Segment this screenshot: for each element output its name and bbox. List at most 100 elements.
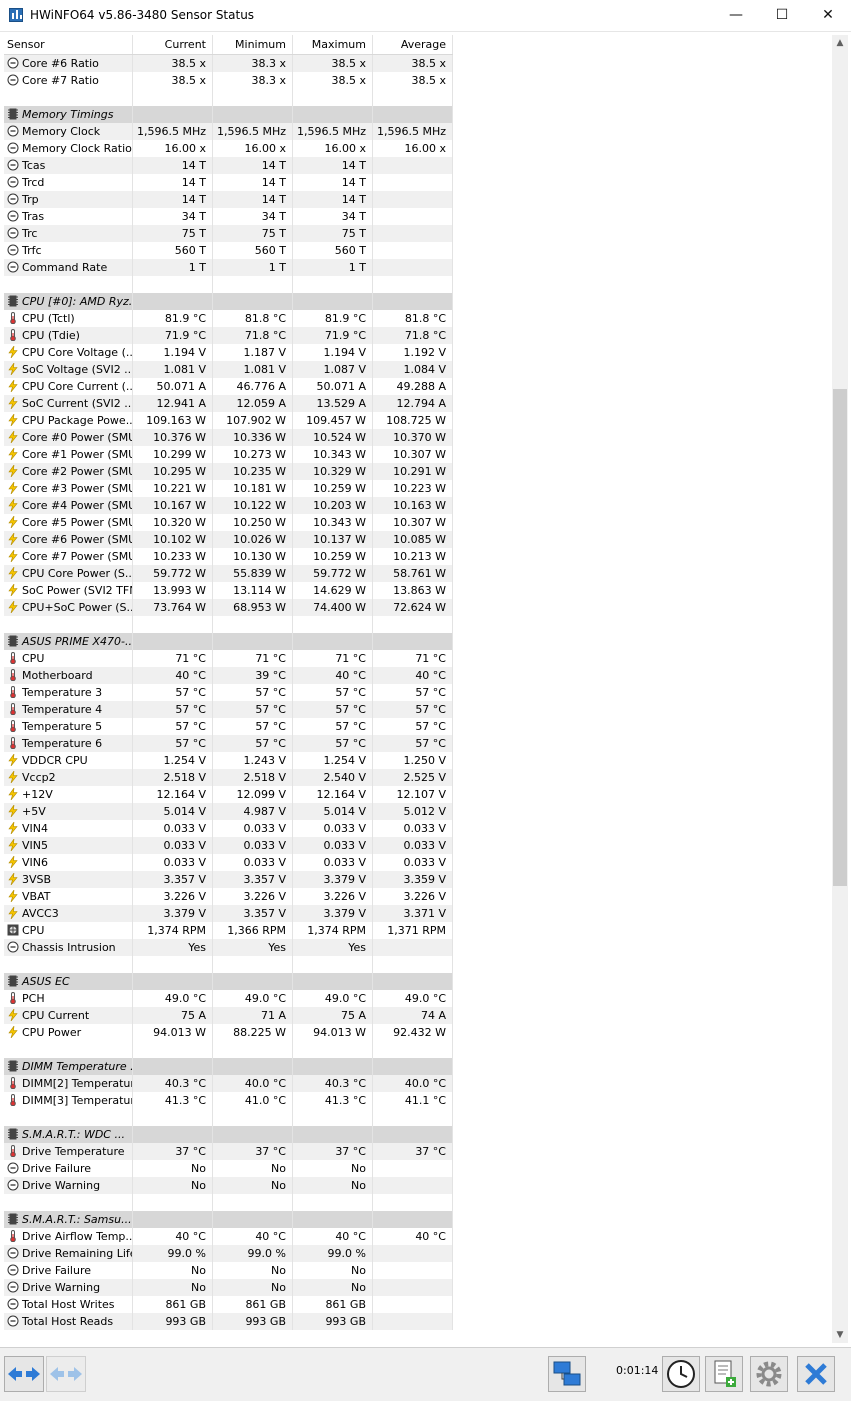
table-row[interactable]: Drive Warning No No No bbox=[4, 1177, 453, 1194]
table-row[interactable]: CPU Core Power (S... 59.772 W 55.839 W 59.7… bbox=[4, 565, 453, 582]
scroll-down-icon[interactable]: ▼ bbox=[832, 1327, 848, 1343]
table-row[interactable]: VDDCR CPU 1.254 V 1.243 V 1.254 V 1.250 V bbox=[4, 752, 453, 769]
vertical-scrollbar[interactable]: ▲ ▼ bbox=[832, 35, 848, 1343]
table-row[interactable]: CPU (Tctl) 81.9 °C 81.8 °C 81.9 °C 81.8 °C bbox=[4, 310, 453, 327]
sensor-group-row[interactable]: S.M.A.R.T.: WDC ... bbox=[4, 1126, 453, 1143]
maximize-button[interactable]: ☐ bbox=[759, 0, 805, 31]
status-icon bbox=[7, 1315, 19, 1327]
table-row[interactable]: Core #5 Power (SMU) 10.320 W 10.250 W 10.34… bbox=[4, 514, 453, 531]
table-row[interactable]: VIN5 0.033 V 0.033 V 0.033 V 0.033 V bbox=[4, 837, 453, 854]
table-row[interactable]: Total Host Writes 861 GB 861 GB 861 GB bbox=[4, 1296, 453, 1313]
table-row[interactable]: Trp 14 T 14 T 14 T bbox=[4, 191, 453, 208]
reset-timer-button[interactable] bbox=[662, 1356, 700, 1392]
lightning-bolt-icon bbox=[8, 465, 18, 477]
table-row[interactable]: DIMM[2] Temperature 40.3 °C 40.0 °C 40.3 °C… bbox=[4, 1075, 453, 1092]
column-header-minimum[interactable]: Minimum bbox=[213, 35, 293, 54]
table-row[interactable]: Core #6 Power (SMU) 10.102 W 10.026 W 10.13… bbox=[4, 531, 453, 548]
table-row[interactable]: +5V 5.014 V 4.987 V 5.014 V 5.012 V bbox=[4, 803, 453, 820]
column-header-maximum[interactable]: Maximum bbox=[293, 35, 373, 54]
minimum-value: 10.026 W bbox=[213, 531, 293, 548]
table-row[interactable]: AVCC3 3.379 V 3.357 V 3.379 V 3.371 V bbox=[4, 905, 453, 922]
table-row[interactable]: VIN6 0.033 V 0.033 V 0.033 V 0.033 V bbox=[4, 854, 453, 871]
table-row[interactable]: Core #2 Power (SMU) 10.295 W 10.235 W 10.32… bbox=[4, 463, 453, 480]
minimize-button[interactable]: — bbox=[713, 0, 759, 31]
table-row[interactable]: Trfc 560 T 560 T 560 T bbox=[4, 242, 453, 259]
close-sensors-button[interactable] bbox=[797, 1356, 835, 1392]
table-row[interactable]: SoC Current (SVI2 ... 12.941 A 12.059 A 13.… bbox=[4, 395, 453, 412]
table-row[interactable]: DIMM[3] Temperature 41.3 °C 41.0 °C 41.3 °C… bbox=[4, 1092, 453, 1109]
average-value bbox=[373, 157, 453, 174]
navigate-disabled-button[interactable] bbox=[46, 1356, 86, 1392]
scroll-thumb[interactable] bbox=[833, 389, 847, 886]
table-row[interactable]: CPU+SoC Power (S... 73.764 W 68.953 W 74.40… bbox=[4, 599, 453, 616]
maximum-value: 99.0 % bbox=[293, 1245, 373, 1262]
table-row[interactable]: 3VSB 3.357 V 3.357 V 3.379 V 3.359 V bbox=[4, 871, 453, 888]
column-header-sensor[interactable]: Sensor bbox=[4, 35, 133, 54]
table-row[interactable]: Core #6 Ratio 38.5 x 38.3 x 38.5 x 38.5 x bbox=[4, 55, 453, 72]
table-row[interactable]: Drive Warning No No No bbox=[4, 1279, 453, 1296]
table-row[interactable]: Vccp2 2.518 V 2.518 V 2.540 V 2.525 V bbox=[4, 769, 453, 786]
table-row[interactable]: Temperature 4 57 °C 57 °C 57 °C 57 °C bbox=[4, 701, 453, 718]
maximum-value: 14 T bbox=[293, 191, 373, 208]
table-row[interactable]: Core #3 Power (SMU) 10.221 W 10.181 W 10.25… bbox=[4, 480, 453, 497]
average-value: 10.370 W bbox=[373, 429, 453, 446]
table-row[interactable]: Drive Failure No No No bbox=[4, 1160, 453, 1177]
table-row[interactable]: Chassis Intrusion Yes Yes Yes bbox=[4, 939, 453, 956]
table-row[interactable]: Memory Clock 1,596.5 MHz 1,596.5 MHz 1,596.… bbox=[4, 123, 453, 140]
table-row[interactable]: Drive Temperature 37 °C 37 °C 37 °C 37 °C bbox=[4, 1143, 453, 1160]
close-window-button[interactable]: ✕ bbox=[805, 0, 851, 31]
table-row[interactable]: Core #7 Ratio 38.5 x 38.3 x 38.5 x 38.5 x bbox=[4, 72, 453, 89]
sensor-group-row[interactable]: DIMM Temperature ... bbox=[4, 1058, 453, 1075]
sensor-group-row[interactable]: Memory Timings bbox=[4, 106, 453, 123]
column-header-current[interactable]: Current bbox=[133, 35, 213, 54]
double-arrow-disabled-icon bbox=[50, 1367, 82, 1381]
log-file-button[interactable] bbox=[705, 1356, 743, 1392]
sensor-group-row[interactable]: ASUS EC bbox=[4, 973, 453, 990]
table-row[interactable]: Total Host Reads 993 GB 993 GB 993 GB bbox=[4, 1313, 453, 1330]
table-row[interactable]: Memory Clock Ratio 16.00 x 16.00 x 16.00 x1… bbox=[4, 140, 453, 157]
table-row[interactable]: Command Rate 1 T1 T1 T bbox=[4, 259, 453, 276]
table-row[interactable]: Drive Remaining Life 99.0 % 99.0 % 99.0 % bbox=[4, 1245, 453, 1262]
column-header-average[interactable]: Average bbox=[373, 35, 453, 54]
table-row[interactable]: Motherboard 40 °C 39 °C 40 °C 40 °C bbox=[4, 667, 453, 684]
table-row[interactable]: Temperature 3 57 °C 57 °C 57 °C 57 °C bbox=[4, 684, 453, 701]
table-row[interactable]: Core #1 Power (SMU) 10.299 W 10.273 W 10.34… bbox=[4, 446, 453, 463]
table-row[interactable]: VIN4 0.033 V 0.033 V 0.033 V 0.033 V bbox=[4, 820, 453, 837]
sensor-group-row[interactable]: CPU [#0]: AMD Ryz... bbox=[4, 293, 453, 310]
table-row[interactable]: CPU 71 °C 71 °C 71 °C 71 °C bbox=[4, 650, 453, 667]
sensor-group-row[interactable]: ASUS PRIME X470-... bbox=[4, 633, 453, 650]
table-row[interactable]: Core #4 Power (SMU) 10.167 W 10.122 W 10.20… bbox=[4, 497, 453, 514]
table-row[interactable]: SoC Power (SVI2 TFN) 13.993 W 13.114 W 14.6… bbox=[4, 582, 453, 599]
table-row[interactable]: PCH 49.0 °C 49.0 °C 49.0 °C 49.0 °C bbox=[4, 990, 453, 1007]
sensor-name: CPU Core Voltage (... bbox=[22, 346, 133, 359]
table-row[interactable]: CPU Current 75 A 71 A 75 A 74 A bbox=[4, 1007, 453, 1024]
network-button[interactable] bbox=[548, 1356, 586, 1392]
table-row[interactable]: Temperature 6 57 °C 57 °C 57 °C 57 °C bbox=[4, 735, 453, 752]
table-row[interactable]: Trcd 14 T 14 T 14 T bbox=[4, 174, 453, 191]
table-row[interactable]: CPU (Tdie) 71.9 °C 71.8 °C 71.9 °C 71.8 °C bbox=[4, 327, 453, 344]
sensor-table[interactable]: Sensor Current Minimum Maximum Average C… bbox=[4, 35, 453, 1330]
maximum-value: 71.9 °C bbox=[293, 327, 373, 344]
table-row[interactable]: VBAT 3.226 V 3.226 V 3.226 V 3.226 V bbox=[4, 888, 453, 905]
table-row[interactable]: CPU Power 94.013 W 88.225 W 94.013 W 92.432 … bbox=[4, 1024, 453, 1041]
table-row[interactable]: CPU 1,374 RPM 1,366 RPM 1,374 RPM 1,371 RPM bbox=[4, 922, 453, 939]
table-row[interactable]: CPU Core Voltage (... 1.194 V 1.187 V 1.194… bbox=[4, 344, 453, 361]
sensor-group-row[interactable]: S.M.A.R.T.: Samsu... bbox=[4, 1211, 453, 1228]
table-row[interactable]: Temperature 5 57 °C 57 °C 57 °C 57 °C bbox=[4, 718, 453, 735]
group-label: ASUS PRIME X470-... bbox=[22, 635, 133, 648]
table-row[interactable]: Core #7 Power (SMU) 10.233 W 10.130 W 10.25… bbox=[4, 548, 453, 565]
table-row[interactable]: Drive Failure No No No bbox=[4, 1262, 453, 1279]
table-row[interactable]: +12V 12.164 V 12.099 V 12.164 V 12.107 V bbox=[4, 786, 453, 803]
table-row[interactable]: CPU Package Powe... 109.163 W 107.902 W 109… bbox=[4, 412, 453, 429]
average-value: 1.192 V bbox=[373, 344, 453, 361]
table-row[interactable]: Tras 34 T 34 T 34 T bbox=[4, 208, 453, 225]
table-row[interactable]: SoC Voltage (SVI2 ... 1.081 V 1.081 V 1.087… bbox=[4, 361, 453, 378]
navigate-left-right-button[interactable] bbox=[4, 1356, 44, 1392]
settings-button[interactable] bbox=[750, 1356, 788, 1392]
table-row[interactable]: Trc 75 T 75 T 75 T bbox=[4, 225, 453, 242]
table-row[interactable]: Core #0 Power (SMU) 10.376 W 10.336 W 10.52… bbox=[4, 429, 453, 446]
table-row[interactable]: Drive Airflow Temp... 40 °C 40 °C 40 °C 40 °… bbox=[4, 1228, 453, 1245]
scroll-up-icon[interactable]: ▲ bbox=[832, 35, 848, 51]
table-row[interactable]: Tcas 14 T 14 T 14 T bbox=[4, 157, 453, 174]
table-row[interactable]: CPU Core Current (... 50.071 A 46.776 A 50.… bbox=[4, 378, 453, 395]
